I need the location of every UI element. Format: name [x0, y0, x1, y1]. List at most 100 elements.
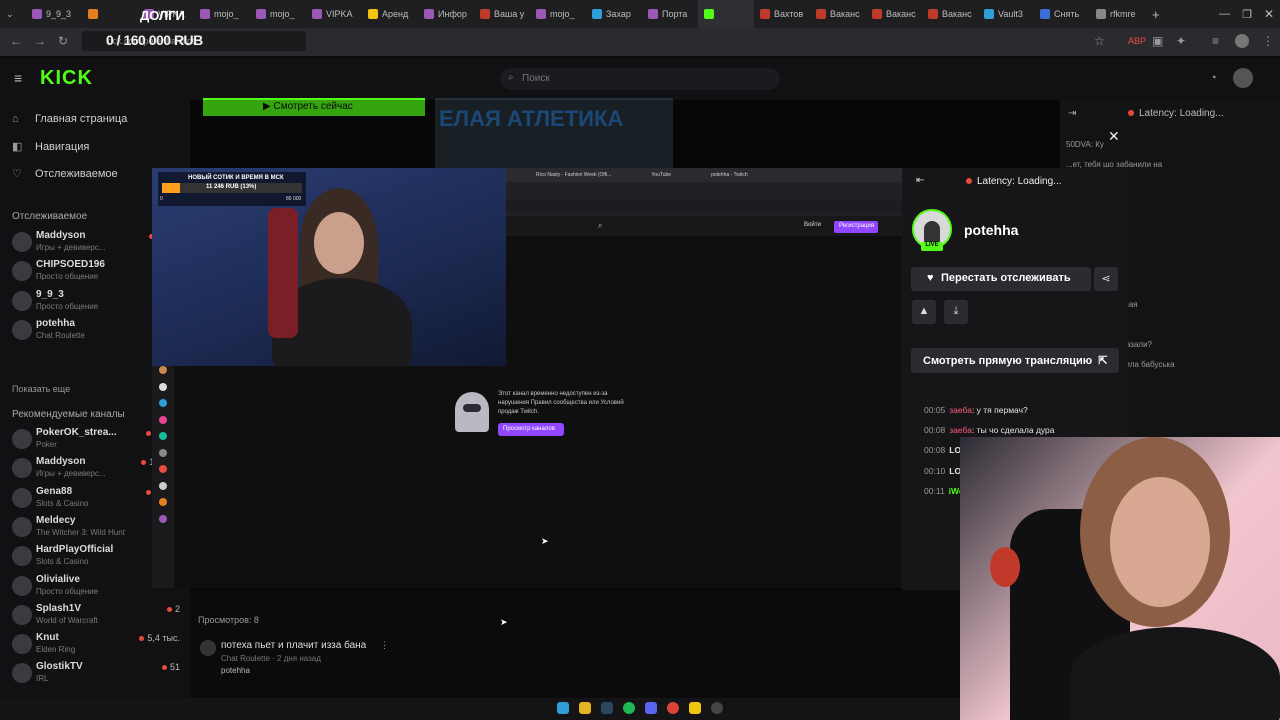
goal-amount: 11 246 RUB (13%): [206, 184, 257, 190]
browser-tab[interactable]: mojo_: [194, 0, 250, 28]
tab-favicon-icon: [368, 9, 378, 19]
os-taskbar: [0, 698, 960, 720]
followed-section-title: Отслеживаемое: [12, 211, 88, 222]
unfollow-label: Перестать отслеживать: [941, 272, 1071, 284]
nav-following[interactable]: ♡ Отслеживаемое: [12, 167, 118, 181]
obs-icon[interactable]: [711, 702, 723, 714]
discord-icon[interactable]: [645, 702, 657, 714]
clip-meta: Chat Roulette · 2 дня назад: [221, 654, 321, 663]
viewer-count: 5,4 тыс.: [139, 633, 180, 643]
nav-home[interactable]: ⌂ Главная страница: [12, 113, 127, 125]
channel-name: PokerOK_strea...: [36, 427, 117, 438]
sidebar-channel[interactable]: GlostikTV IRL 51: [12, 660, 182, 688]
tab-favicon-icon: [424, 9, 434, 19]
spotify-icon[interactable]: [623, 702, 635, 714]
browser-tab[interactable]: Аренд: [362, 0, 418, 28]
chat-collapse-icon[interactable]: ⇥: [1068, 108, 1076, 119]
tab-favicon-icon: [648, 9, 658, 19]
channel-avatar: [12, 516, 32, 537]
back-icon[interactable]: ←: [10, 34, 22, 48]
chat-line: 50DVA: Ку: [1066, 140, 1104, 149]
clip-title[interactable]: потеха пьет и плачит изза бана: [221, 640, 366, 651]
chrome-icon[interactable]: [667, 702, 679, 714]
forward-icon[interactable]: →: [34, 34, 46, 48]
reload-icon[interactable]: ↻: [58, 34, 68, 48]
browser-tab[interactable]: [82, 0, 138, 28]
maximize-icon[interactable]: ❐: [1236, 0, 1258, 28]
puzzle-icon[interactable]: ✦: [1176, 34, 1186, 48]
message-user[interactable]: заеба: [949, 405, 972, 415]
channel-name: Meldecy: [36, 514, 76, 526]
more-options-icon[interactable]: ⋮: [380, 640, 389, 651]
show-more-link[interactable]: Показать еще: [12, 384, 70, 394]
notifications-icon[interactable]: ◔: [1210, 72, 1217, 84]
browser-tab[interactable]: mojo_: [530, 0, 586, 28]
tab-favicon-icon: [704, 9, 714, 19]
mouse-cursor: ➤: [541, 536, 549, 546]
tab-favicon-icon: [32, 9, 42, 19]
windows-start-icon[interactable]: [557, 702, 569, 714]
report-button[interactable]: ▲: [912, 300, 936, 324]
steam-icon[interactable]: [601, 702, 613, 714]
browser-tab[interactable]: VIPKA: [306, 0, 362, 28]
streamer-face: [314, 212, 364, 274]
recommended-section-title: Рекомендуемые каналы: [12, 409, 125, 420]
close-window-icon[interactable]: ✕: [1258, 0, 1280, 28]
browser-tab[interactable]: 9_9_3: [26, 0, 82, 28]
tab-search-button[interactable]: ⌄: [0, 0, 26, 28]
extension-icon[interactable]: ▣: [1152, 34, 1163, 48]
watch-live-button[interactable]: Смотреть прямую трансляцию ⇱: [911, 348, 1119, 373]
browser-tab[interactable]: Vault3: [978, 0, 1034, 28]
sidebar-channel[interactable]: Knut Elden Ring 5,4 тыс.: [12, 631, 182, 659]
channel-name[interactable]: potehha: [964, 222, 1018, 238]
file-explorer-icon[interactable]: [579, 702, 591, 714]
browser-tab[interactable]: Инфор: [418, 0, 474, 28]
bookmark-star-icon[interactable]: ☆: [1094, 34, 1105, 48]
channel-category: The Witcher 3: Wild Hunt: [36, 527, 125, 537]
close-icon[interactable]: ✕: [1108, 128, 1120, 145]
tab-label: Порта: [662, 9, 688, 19]
menu-dots-icon[interactable]: ⋮: [1262, 34, 1274, 48]
download-button[interactable]: ⤓: [944, 300, 968, 324]
media-icon[interactable]: ≡: [1212, 34, 1219, 48]
profile-avatar[interactable]: [1235, 34, 1249, 48]
viewer-count: 2: [166, 604, 180, 614]
channel-avatar: [12, 290, 32, 311]
browser-tab[interactable]: Ваканс: [810, 0, 866, 28]
browser-tab[interactable]: Вахтов: [754, 0, 810, 28]
browser-tab[interactable]: Порта: [642, 0, 698, 28]
message-time: 00:05: [924, 405, 946, 415]
home-icon: ⌂: [12, 113, 19, 125]
browser-tab[interactable]: Ваканс: [922, 0, 978, 28]
browser-tab[interactable]: Ваканс: [866, 0, 922, 28]
new-tab-button[interactable]: +: [1146, 0, 1166, 28]
minimize-icon[interactable]: —: [1213, 0, 1236, 28]
browser-tab[interactable]: mojo_: [250, 0, 306, 28]
app-icon[interactable]: [689, 702, 701, 714]
nav-browse[interactable]: ◧ Навигация: [12, 140, 89, 154]
hamburger-menu-icon[interactable]: ≡: [14, 70, 22, 86]
kick-logo[interactable]: KICK: [40, 67, 93, 90]
chat-latency-status: Latency: Loading...: [1128, 108, 1224, 119]
clip-avatar[interactable]: [200, 640, 216, 656]
overlay-debt-label: ДОЛГИ: [140, 8, 185, 23]
tab-label: Ваканс: [886, 9, 916, 19]
browser-tab[interactable]: Ваша у: [474, 0, 530, 28]
channel-category: Poker: [36, 440, 57, 449]
browser-tab[interactable]: [698, 0, 754, 28]
unfollow-button[interactable]: ♥ Перестать отслеживать: [911, 267, 1091, 291]
adblock-extension-icon[interactable]: ABP: [1128, 36, 1146, 46]
browser-tab[interactable]: Захар: [586, 0, 642, 28]
sidebar-channel[interactable]: Splash1V World of Warcraft 2: [12, 602, 182, 630]
search-input[interactable]: ⌕ Поиск: [500, 68, 780, 90]
browser-tab[interactable]: rfkmre: [1090, 0, 1146, 28]
clip-channel[interactable]: potehha: [221, 666, 250, 675]
browser-tab[interactable]: Снять: [1034, 0, 1090, 28]
message-user[interactable]: заеба: [949, 425, 972, 435]
stream-browser-tab: potehha - Twitch: [711, 172, 748, 178]
user-avatar[interactable]: [1233, 68, 1253, 88]
share-button[interactable]: ⋖: [1094, 267, 1118, 291]
panel-collapse-icon[interactable]: ⇤: [916, 175, 924, 186]
channel-avatar: [12, 575, 32, 596]
tab-label: Вахтов: [774, 9, 804, 19]
